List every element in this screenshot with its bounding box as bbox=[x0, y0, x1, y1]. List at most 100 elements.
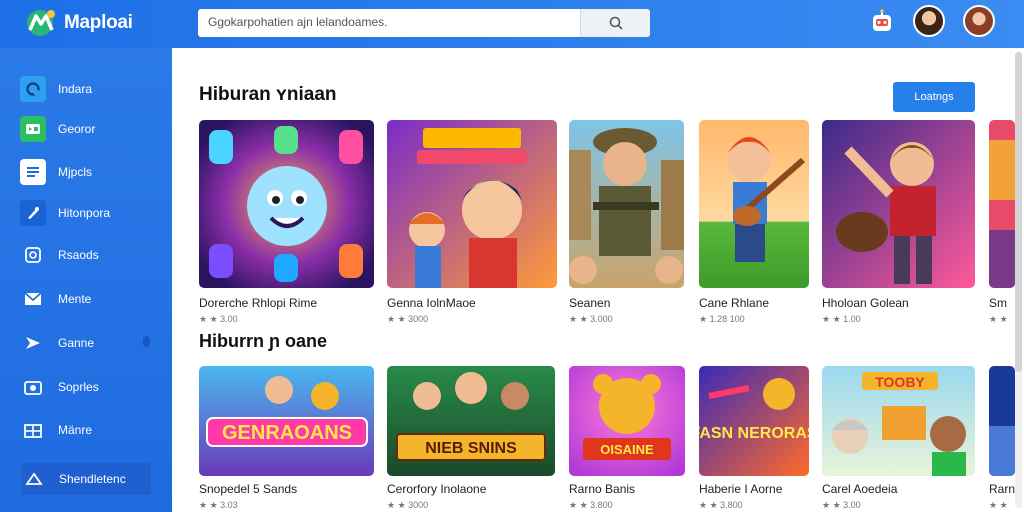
game-thumbnail bbox=[569, 120, 684, 288]
sidebar-item-georor[interactable]: Georor bbox=[20, 114, 152, 144]
game-thumbnail: GENRAOANS bbox=[199, 366, 374, 476]
sidebar-item-rsaods[interactable]: Rsaods bbox=[20, 240, 152, 270]
card-title: Rarno Banis bbox=[569, 482, 636, 496]
card-rating: ★ 1.28 100 bbox=[699, 314, 745, 324]
card-title: Hholoan Golean bbox=[822, 296, 909, 310]
search-bar[interactable]: Ggokarpohatien ajn lelandoames. bbox=[198, 9, 650, 37]
gamepad-icon bbox=[20, 116, 46, 142]
sidebar-item-label: Shendletenc bbox=[59, 472, 126, 486]
card-title: Dorerche Rhlopi Rime bbox=[199, 296, 318, 310]
search-button[interactable] bbox=[580, 9, 650, 37]
card-rating: ★ ★ 1.00 bbox=[822, 314, 861, 324]
sidebar-item-label: Hitonpora bbox=[58, 206, 111, 220]
card-banner-text: GENRAOANS bbox=[222, 422, 352, 444]
camera-icon bbox=[20, 374, 46, 400]
sidebar-item-label: Rsaods bbox=[58, 248, 99, 262]
avatar[interactable] bbox=[963, 5, 995, 37]
game-card[interactable]: Rarn ★ ★ bbox=[989, 366, 1015, 512]
game-thumbnail: FASN NERORAS bbox=[699, 366, 809, 476]
card-banner-text: OISAINE bbox=[600, 442, 654, 457]
section-title: Hiburan ʏniaan bbox=[199, 84, 337, 105]
game-card[interactable]: GENRAOANS Snopedel 5 Sands ★ ★ 3.03 bbox=[199, 366, 374, 512]
refresh-icon bbox=[20, 242, 46, 268]
sidebar-item-label: Mente bbox=[58, 292, 92, 306]
game-card[interactable]: TOOBY Carel Aoedeia ★ ★ 3.00 bbox=[822, 366, 975, 512]
robot-icon[interactable] bbox=[870, 9, 894, 35]
play-icon bbox=[20, 330, 46, 356]
game-card[interactable]: Dorerche Rhlopi Rime ★ ★ 3.00 bbox=[199, 120, 374, 330]
game-thumbnail bbox=[199, 120, 374, 288]
game-card[interactable]: Seanen ★ ★ 3.000 bbox=[569, 120, 684, 330]
sidebar-item-label: Mänre bbox=[58, 423, 93, 437]
game-thumbnail bbox=[989, 366, 1015, 476]
grid-icon bbox=[20, 417, 46, 443]
cloud-icon bbox=[21, 466, 47, 492]
sidebar-item-label: Ganne bbox=[58, 336, 95, 350]
card-title: Sm bbox=[989, 296, 1007, 310]
card-title: Genna IolnMaoe bbox=[387, 296, 476, 310]
sidebar-item-label: Georor bbox=[58, 122, 96, 136]
game-thumbnail bbox=[989, 120, 1015, 288]
card-title: Rarn bbox=[989, 482, 1015, 496]
card-title: Carel Aoedeia bbox=[822, 482, 898, 496]
music-icon bbox=[20, 200, 46, 226]
card-banner-text: TOOBY bbox=[875, 374, 925, 390]
card-title: Cane Rhlane bbox=[699, 296, 770, 310]
game-card[interactable]: Genna IolnMaoe ★ ★ 3000 bbox=[387, 120, 557, 330]
sidebar-item-soprles[interactable]: Soprles bbox=[20, 372, 152, 402]
mail-icon bbox=[20, 286, 46, 312]
game-card[interactable]: Cane Rhlane ★ 1.28 100 bbox=[699, 120, 809, 330]
more-button[interactable]: Loatngs bbox=[893, 82, 975, 112]
search-icon bbox=[609, 16, 623, 30]
sidebar: Indara Georor Mjpcls Hitonpora Rsaods Me… bbox=[0, 48, 172, 512]
game-card[interactable]: Hholoan Golean ★ ★ 1.00 bbox=[822, 120, 975, 330]
card-rating: ★ ★ 3.800 bbox=[569, 500, 613, 510]
sidebar-item-label: Mjpcls bbox=[58, 165, 93, 179]
card-rating: ★ ★ 3000 bbox=[387, 500, 429, 510]
app-title[interactable]: Maploai bbox=[64, 12, 133, 34]
card-rating: ★ ★ 3.800 bbox=[699, 500, 743, 510]
scrollbar[interactable] bbox=[1015, 52, 1022, 508]
sidebar-item-label: Soprles bbox=[58, 380, 99, 394]
card-rating: ★ ★ 3.00 bbox=[822, 500, 861, 510]
sidebar-item-mjpcls[interactable]: Mjpcls bbox=[20, 157, 152, 187]
sidebar-item-indara[interactable]: Indara bbox=[20, 74, 152, 104]
game-thumbnail: NIEB SNINS bbox=[387, 366, 555, 476]
sidebar-item-manre[interactable]: Mänre bbox=[20, 415, 152, 445]
game-thumbnail: TOOBY bbox=[822, 366, 975, 476]
game-thumbnail bbox=[699, 120, 809, 288]
game-thumbnail: OISAINE bbox=[569, 366, 685, 476]
card-title: Seanen bbox=[569, 296, 611, 310]
card-rating: ★ ★ bbox=[989, 314, 1008, 324]
card-rating: ★ ★ 3.00 bbox=[199, 314, 238, 324]
sidebar-item-ganne[interactable]: Ganne bbox=[20, 328, 152, 358]
notification-dot bbox=[143, 336, 150, 347]
sidebar-item-label: Indara bbox=[58, 82, 93, 96]
card-banner-text: NIEB SNINS bbox=[425, 440, 517, 457]
search-input[interactable]: Ggokarpohatien ajn lelandoames. bbox=[208, 15, 387, 29]
section-title: Hiburrn ɲ oane bbox=[199, 331, 328, 351]
list-icon bbox=[20, 159, 46, 185]
sidebar-item-mente[interactable]: Mente bbox=[20, 284, 152, 314]
scrollbar-thumb[interactable] bbox=[1015, 52, 1022, 372]
main-content: Hiburan ʏniaan Loatngs Dorerche Rhlopi R… bbox=[172, 48, 1024, 512]
game-thumbnail bbox=[387, 120, 557, 288]
card-rating: ★ ★ 3.03 bbox=[199, 500, 238, 510]
game-thumbnail bbox=[822, 120, 975, 288]
card-banner-text: FASN NERORAS bbox=[699, 425, 809, 442]
game-card[interactable]: NIEB SNINS Cerorfory Inolaone ★ ★ 3000 bbox=[387, 366, 555, 512]
card-title: Haberie I Aorne bbox=[699, 482, 783, 496]
card-rating: ★ ★ 3.000 bbox=[569, 314, 613, 324]
sidebar-item-shendletenc[interactable]: Shendletenc bbox=[21, 463, 151, 495]
sidebar-item-hitonpora[interactable]: Hitonpora bbox=[20, 198, 152, 228]
game-card[interactable]: FASN NERORAS Haberie I Aorne ★ ★ 3.800 bbox=[699, 366, 809, 512]
avatar[interactable] bbox=[913, 5, 945, 37]
card-title: Snopedel 5 Sands bbox=[199, 482, 298, 496]
game-card[interactable]: OISAINE Rarno Banis ★ ★ 3.800 bbox=[569, 366, 685, 512]
game-card[interactable]: Sm ★ ★ bbox=[989, 120, 1015, 330]
home-icon bbox=[20, 76, 46, 102]
app-logo-icon[interactable] bbox=[24, 8, 58, 38]
card-rating: ★ ★ bbox=[989, 500, 1008, 510]
top-bar: Maploai Ggokarpohatien ajn lelandoames. bbox=[0, 0, 1024, 48]
card-rating: ★ ★ 3000 bbox=[387, 314, 429, 324]
